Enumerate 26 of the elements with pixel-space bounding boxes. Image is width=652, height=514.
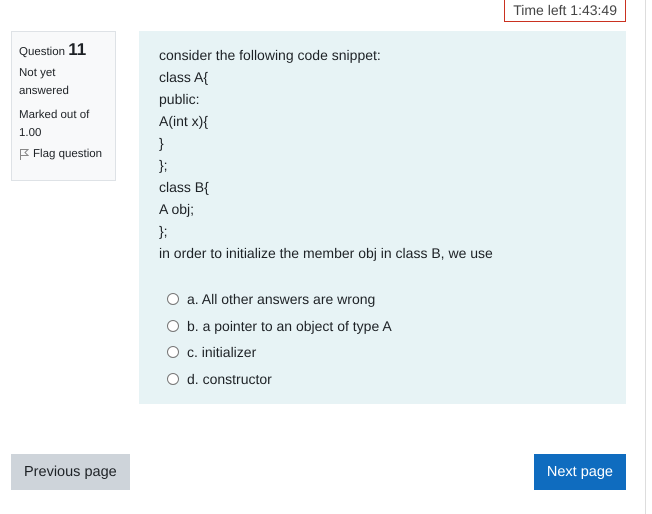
mark-text: Marked out of 1.00 (19, 108, 90, 141)
radio-button[interactable] (167, 293, 179, 306)
question-text: A obj; (159, 200, 196, 219)
question-text: in order to initialize the member obj in class B, we use (159, 244, 494, 263)
flag-question-link[interactable]: Flag question (19, 148, 108, 160)
question-text: }; (159, 222, 169, 241)
question-text: A(int x){ (159, 112, 210, 131)
question-text: consider the following code snippet: (159, 46, 382, 65)
answer-option[interactable]: d. constructor (187, 370, 272, 387)
question-text: class A{ (159, 68, 210, 87)
question-text: class B{ (159, 178, 210, 197)
answer-option[interactable]: a. All other answers are wrong (187, 291, 376, 308)
question-text: public: (159, 90, 200, 109)
question-label: Question (19, 46, 66, 58)
next-page-button[interactable]: Next page (534, 454, 626, 490)
radio-button[interactable] (167, 320, 179, 332)
question-number: 11 (68, 40, 86, 59)
time-left-timer: Time left 1:43:49 (504, 0, 626, 22)
answer-option[interactable]: c. initializer (187, 344, 256, 360)
status-text: Not yet answered (19, 66, 70, 99)
question-text: }; (159, 156, 169, 175)
question-text: } (159, 134, 165, 153)
answer-option[interactable]: b. a pointer to an object of type A (187, 318, 392, 334)
previous-page-button[interactable]: Previous page (11, 454, 130, 490)
radio-button[interactable] (167, 346, 179, 358)
radio-button[interactable] (167, 372, 179, 385)
